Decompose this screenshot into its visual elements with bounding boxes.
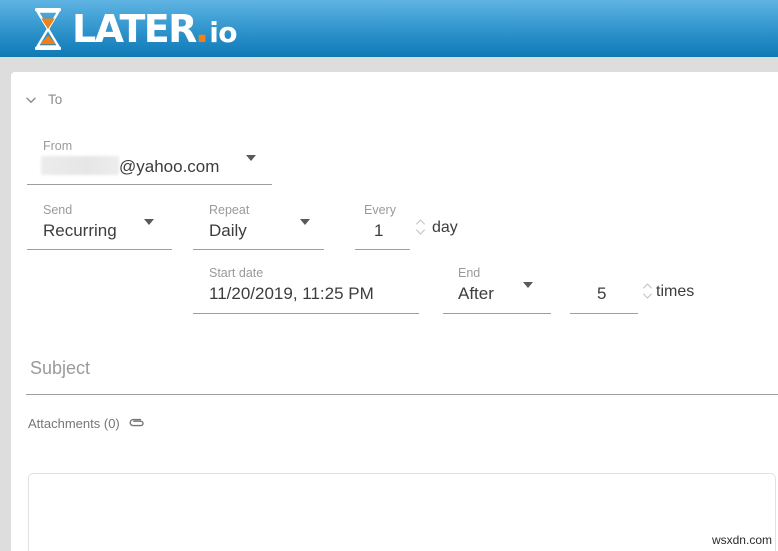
end-caret-down-icon[interactable] — [523, 282, 533, 288]
from-label: From — [43, 139, 72, 153]
subject-underline — [26, 394, 778, 395]
brand-name: LATER — [72, 10, 196, 48]
end-label: End — [458, 266, 480, 280]
repeat-value[interactable]: Daily — [209, 221, 247, 241]
send-value[interactable]: Recurring — [43, 221, 117, 241]
brand-dot: . — [195, 10, 209, 48]
start-date-value[interactable]: 11/20/2019, 11:25 PM — [209, 284, 374, 304]
occurrences-unit-label: times — [656, 283, 694, 301]
every-value[interactable]: 1 — [374, 221, 383, 241]
to-section-toggle[interactable]: To — [24, 92, 62, 107]
from-value[interactable]: @yahoo.com — [119, 157, 219, 177]
attachments-control[interactable]: Attachments (0) — [28, 415, 145, 431]
end-value[interactable]: After — [458, 284, 494, 304]
from-caret-down-icon[interactable] — [246, 155, 256, 161]
paperclip-icon[interactable] — [129, 415, 145, 431]
every-stepper[interactable] — [415, 216, 426, 238]
app-header: LATER.io — [0, 0, 778, 57]
from-redacted-value — [41, 156, 119, 175]
send-caret-down-icon[interactable] — [144, 219, 154, 225]
occurrences-value[interactable]: 5 — [597, 284, 606, 304]
every-unit-label: day — [432, 219, 458, 237]
every-label: Every — [364, 203, 396, 217]
send-underline — [27, 249, 172, 250]
repeat-label: Repeat — [209, 203, 249, 217]
watermark: wsxdn.com — [712, 533, 772, 547]
brand-tld: io — [209, 19, 237, 47]
brand-wordmark: LATER.io — [72, 10, 237, 48]
brand-logo[interactable]: LATER.io — [33, 6, 237, 52]
repeat-underline — [193, 249, 324, 250]
end-underline — [443, 313, 551, 314]
hourglass-icon — [33, 7, 63, 51]
chevron-down-icon — [24, 93, 38, 107]
every-underline — [355, 249, 410, 250]
repeat-caret-down-icon[interactable] — [300, 219, 310, 225]
send-label: Send — [43, 203, 72, 217]
app-window: LATER.io To From @yahoo.com Send Recurri… — [0, 0, 778, 551]
attachments-label: Attachments (0) — [28, 416, 120, 431]
start-date-underline — [193, 313, 419, 314]
subject-input[interactable]: Subject — [30, 358, 90, 379]
start-date-label: Start date — [209, 266, 263, 280]
message-body-editor[interactable] — [28, 473, 776, 551]
from-underline — [27, 184, 272, 185]
occurrences-stepper[interactable] — [642, 280, 653, 302]
to-label: To — [48, 92, 62, 107]
occurrences-underline — [570, 313, 638, 314]
